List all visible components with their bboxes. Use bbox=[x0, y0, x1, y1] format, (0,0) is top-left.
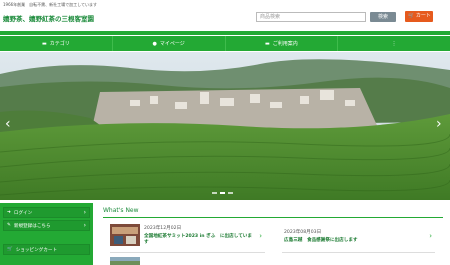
cart-icon: 🛒 bbox=[408, 13, 415, 19]
main-nav: ▬ カテゴリ ● マイページ ▬ ご利用案内 ⋮ bbox=[0, 36, 450, 51]
nav-item-guide[interactable]: ▬ ご利用案内 bbox=[226, 36, 339, 51]
hero-image bbox=[0, 52, 450, 200]
news-title: 全国地紅茶サミット2023 in ぎふ に出店しています bbox=[144, 234, 252, 245]
search-button[interactable]: 検索 bbox=[370, 12, 396, 22]
news-title: 広島三越 食品感謝祭に出店します bbox=[284, 238, 358, 243]
shopping-cart-button[interactable]: 🛒 ショッピングカート bbox=[3, 244, 90, 255]
news-thumbnail bbox=[110, 257, 140, 265]
chevron-right-icon: › bbox=[429, 232, 432, 240]
shopping-cart-label: ショッピングカート bbox=[15, 247, 58, 253]
cart-icon: 🛒 bbox=[7, 247, 13, 252]
search-input[interactable]: 商品検索 bbox=[256, 12, 366, 22]
register-button[interactable]: ✎ 新規登録はこちら › bbox=[3, 220, 90, 231]
login-button[interactable]: ➜ ログイン › bbox=[3, 207, 90, 218]
edit-icon: ✎ bbox=[7, 223, 11, 228]
user-icon: ● bbox=[152, 40, 157, 47]
brand-title[interactable]: 嬉野茶、嬉野紅茶の三根客室園 bbox=[3, 13, 94, 23]
cart-label: カート bbox=[415, 13, 431, 19]
news-date: 2023年12月02日 bbox=[144, 226, 182, 231]
more-icon: ⋮ bbox=[391, 40, 397, 47]
nav-label: マイページ bbox=[159, 41, 185, 47]
nav-item-category[interactable]: ▬ カテゴリ bbox=[0, 36, 113, 51]
header-divider bbox=[0, 31, 450, 35]
login-label: ログイン bbox=[13, 210, 33, 216]
news-item[interactable]: 2023年12月02日 全国地紅茶サミット2023 in ぎふ に出店しています… bbox=[110, 222, 265, 253]
news-date: 2023年08月03日 bbox=[284, 230, 322, 235]
folder-icon: ▬ bbox=[265, 40, 270, 47]
cart-button[interactable]: 🛒 カート bbox=[405, 11, 433, 22]
chevron-right-icon: › bbox=[259, 232, 262, 240]
hero-prev-arrow[interactable]: ‹ bbox=[5, 117, 11, 131]
hero-dots bbox=[212, 192, 233, 194]
hero-dot[interactable] bbox=[228, 192, 233, 194]
header-note: 1966年創業 自転不需、新社工場で加工しています bbox=[3, 2, 98, 7]
chevron-right-icon: › bbox=[83, 209, 86, 216]
login-icon: ➜ bbox=[7, 210, 11, 215]
nav-item-more[interactable]: ⋮ bbox=[338, 36, 450, 51]
hero-next-arrow[interactable]: › bbox=[436, 117, 442, 131]
news-divider bbox=[103, 217, 443, 218]
news-heading: What's New bbox=[103, 207, 139, 214]
nav-label: ご利用案内 bbox=[272, 41, 298, 47]
folder-icon: ▬ bbox=[42, 40, 47, 47]
hero-slider[interactable] bbox=[0, 52, 450, 200]
news-item[interactable]: 2023年08月03日 広島三越 食品感謝祭に出店します › bbox=[282, 222, 435, 253]
hero-dot-active[interactable] bbox=[220, 192, 225, 194]
nav-label: カテゴリ bbox=[49, 41, 70, 47]
nav-item-mypage[interactable]: ● マイページ bbox=[113, 36, 226, 51]
hero-dot[interactable] bbox=[212, 192, 217, 194]
register-label: 新規登録はこちら bbox=[13, 223, 51, 229]
chevron-right-icon: › bbox=[83, 222, 86, 229]
news-thumbnail bbox=[110, 224, 140, 246]
